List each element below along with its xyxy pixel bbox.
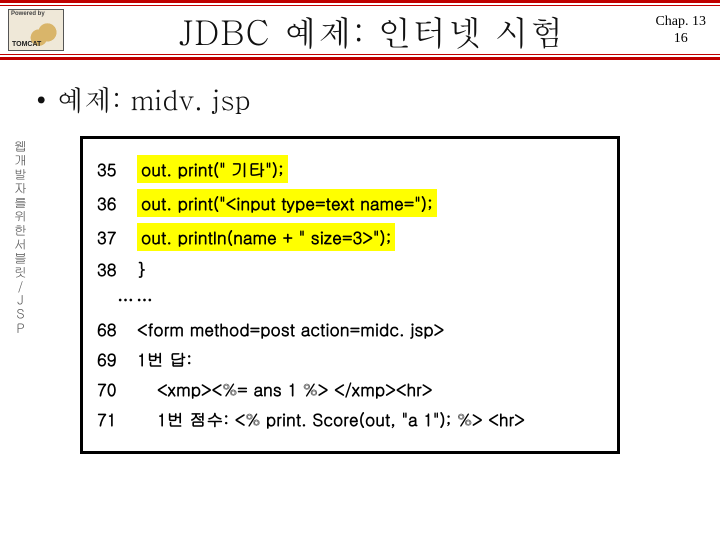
code-row: 35 out. print(" 기타"); <box>97 155 603 183</box>
code-text: } <box>137 257 146 281</box>
logo-powered-text: Powered by <box>11 11 61 17</box>
code-text: <form method=post action=midc. jsp> <box>137 317 444 341</box>
line-number: 38 <box>97 257 137 281</box>
code-row: 68 <form method=post action=midc. jsp> <box>97 317 603 341</box>
code-row: 38 } <box>97 257 603 281</box>
page-title: JDBC 예제: 인터넷 시험 <box>64 6 720 55</box>
line-number: 37 <box>97 225 137 249</box>
code-text-highlight: out. println(name + " size=3>"); <box>137 223 395 251</box>
line-number: 70 <box>97 377 137 401</box>
line-number: 35 <box>97 157 137 181</box>
code-text-highlight: out. print("<input type=text name="); <box>137 189 437 217</box>
code-row: 36 out. print("<input type=text name="); <box>97 189 603 217</box>
code-row: 69 1번 답: <box>97 347 603 371</box>
code-text: 1번 답: <box>137 347 192 371</box>
chapter-line1: Chap. 13 <box>655 14 706 31</box>
sidebar-vertical-text: 웹개발자를위한서블릿/JSP <box>6 140 28 460</box>
line-number: 68 <box>97 317 137 341</box>
line-number: 69 <box>97 347 137 371</box>
logo-name-text: TOMCAT <box>12 41 41 48</box>
chapter-line2: 16 <box>655 31 706 48</box>
header-bar: Powered by TOMCAT JDBC 예제: 인터넷 시험 <box>0 5 720 55</box>
content-area: 예제: midv. jsp 35 out. print(" 기타"); 36 o… <box>0 60 720 454</box>
line-number: 71 <box>97 407 137 431</box>
header-rule: Powered by TOMCAT JDBC 예제: 인터넷 시험 <box>0 0 720 60</box>
code-text-highlight: out. print(" 기타"); <box>137 155 288 183</box>
line-number: 36 <box>97 191 137 215</box>
code-row: 37 out. println(name + " size=3>"); <box>97 223 603 251</box>
ellipsis: …… <box>117 287 603 311</box>
code-row: 70 <xmp><%= ans 1 %> </xmp><hr> <box>97 377 603 401</box>
chapter-label: Chap. 13 16 <box>655 14 706 48</box>
code-text: 1번 점수: <% print. Score(out, "a 1"); %> <… <box>157 407 525 431</box>
code-row: 71 1번 점수: <% print. Score(out, "a 1"); %… <box>97 407 603 431</box>
code-text: <xmp><%= ans 1 %> </xmp><hr> <box>157 377 432 401</box>
code-listing: 35 out. print(" 기타"); 36 out. print("<in… <box>80 136 620 454</box>
example-bullet: 예제: midv. jsp <box>36 78 720 118</box>
tomcat-logo: Powered by TOMCAT <box>8 9 64 51</box>
